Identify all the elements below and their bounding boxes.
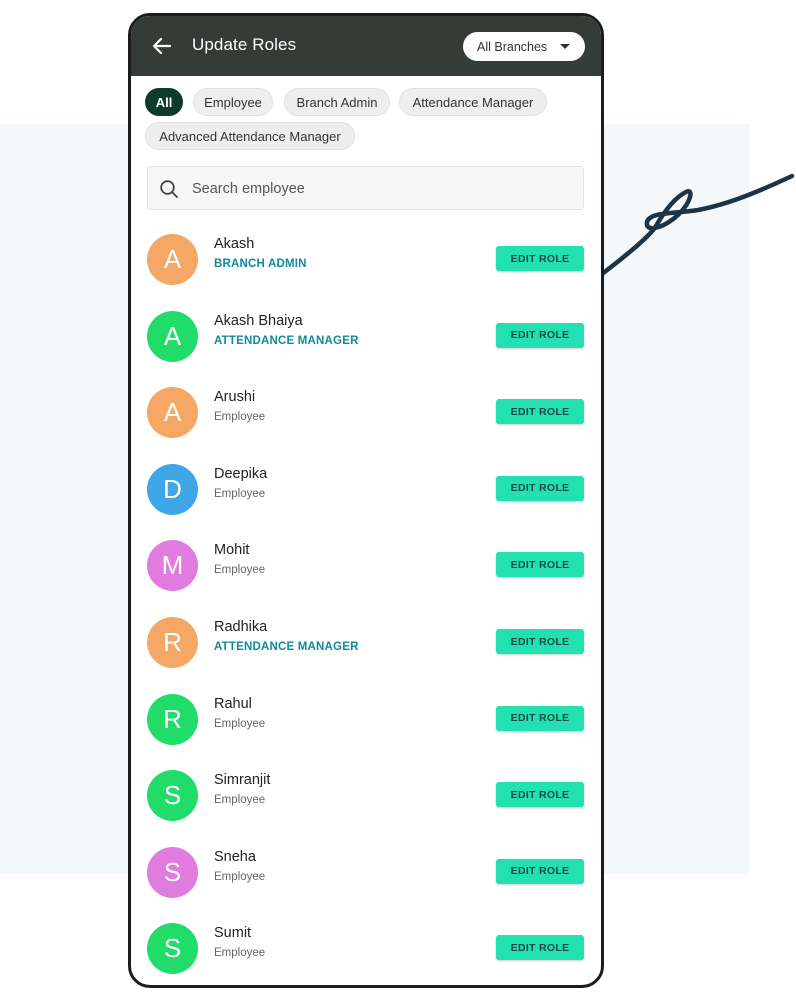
edit-role-button[interactable]: EDIT ROLE — [496, 629, 584, 654]
branch-select[interactable]: All Branches — [463, 32, 585, 61]
employee-role: Employee — [214, 717, 266, 730]
phone-frame: Update Roles All Branches All Employee B… — [128, 13, 604, 988]
employee-name: Deepika — [214, 465, 268, 482]
app-header: Update Roles All Branches — [131, 16, 601, 76]
employee-name: Sumit — [214, 925, 252, 942]
avatar: S — [147, 846, 198, 898]
employee-role: Employee — [214, 947, 266, 960]
search-bar — [147, 166, 584, 210]
filter-chip-advanced-attendance-manager[interactable]: Advanced Attendance Manager — [145, 122, 355, 150]
employee-row: R Rahul Employee EDIT ROLE — [131, 679, 601, 756]
avatar: D — [147, 463, 198, 515]
branch-select-value: All Branches — [477, 39, 548, 54]
edit-role-button[interactable]: EDIT ROLE — [496, 552, 584, 578]
employee-role: Employee — [214, 794, 266, 807]
employee-row: S Sumit Employee EDIT ROLE — [131, 908, 601, 985]
caret-down-icon — [560, 44, 570, 49]
employee-name: Arushi — [214, 389, 256, 406]
edit-role-button[interactable]: EDIT ROLE — [496, 322, 584, 348]
edit-role-button[interactable]: EDIT ROLE — [496, 246, 584, 271]
avatar: A — [147, 310, 198, 362]
edit-role-button[interactable]: EDIT ROLE — [496, 399, 584, 425]
edit-role-button[interactable]: EDIT ROLE — [496, 705, 584, 731]
employee-name: Sneha — [214, 848, 256, 865]
filter-chip-employee[interactable]: Employee — [193, 88, 273, 116]
avatar: S — [147, 923, 198, 975]
employee-row: R Radhika ATTENDANCE MANAGER EDIT ROLE — [131, 602, 601, 679]
employee-name: Akash — [214, 236, 255, 252]
employee-name: Mohit — [214, 542, 250, 559]
back-arrow-icon[interactable] — [149, 33, 175, 59]
page-title: Update Roles — [192, 35, 297, 54]
edit-role-button[interactable]: EDIT ROLE — [496, 475, 584, 501]
decorative-squiggle — [599, 173, 795, 277]
employee-role: BRANCH ADMIN — [214, 258, 307, 270]
edit-role-button[interactable]: EDIT ROLE — [496, 935, 584, 961]
employee-name: Radhika — [214, 619, 268, 635]
employee-row: M Mohit Employee EDIT ROLE — [131, 525, 601, 602]
edit-role-button[interactable]: EDIT ROLE — [496, 858, 584, 884]
employee-role: ATTENDANCE MANAGER — [214, 334, 359, 347]
employee-row: A Arushi Employee EDIT ROLE — [131, 372, 601, 449]
avatar: R — [147, 617, 198, 668]
employee-name: Akash Bhaiya — [214, 312, 303, 329]
employee-role: Employee — [214, 487, 266, 500]
filter-chip-branch-admin[interactable]: Branch Admin — [284, 88, 390, 116]
filter-chip-attendance-manager[interactable]: Attendance Manager — [399, 88, 547, 116]
avatar: A — [147, 234, 198, 285]
search-icon — [160, 180, 178, 198]
avatar: S — [147, 770, 198, 822]
employee-row: D Deepika Employee EDIT ROLE — [131, 449, 601, 526]
edit-role-button[interactable]: EDIT ROLE — [496, 782, 584, 808]
employee-role: Employee — [214, 411, 266, 424]
employee-role: ATTENDANCE MANAGER — [214, 641, 359, 653]
avatar: A — [147, 387, 198, 439]
employee-row: A Akash Bhaiya ATTENDANCE MANAGER EDIT R… — [131, 296, 601, 373]
employee-row: A Akash BRANCH ADMIN EDIT ROLE — [131, 219, 601, 296]
avatar: R — [147, 693, 198, 745]
employee-row: S Sneha Employee EDIT ROLE — [131, 832, 601, 909]
filter-chip-all[interactable]: All — [145, 88, 183, 116]
employee-role: Employee — [214, 564, 266, 577]
avatar: M — [147, 540, 198, 592]
employee-name: Rahul — [214, 695, 252, 712]
search-input[interactable] — [192, 177, 572, 201]
employee-name: Simranjit — [214, 772, 271, 789]
employee-role: Employee — [214, 870, 266, 883]
employee-row: S Simranjit Employee EDIT ROLE — [131, 755, 601, 832]
